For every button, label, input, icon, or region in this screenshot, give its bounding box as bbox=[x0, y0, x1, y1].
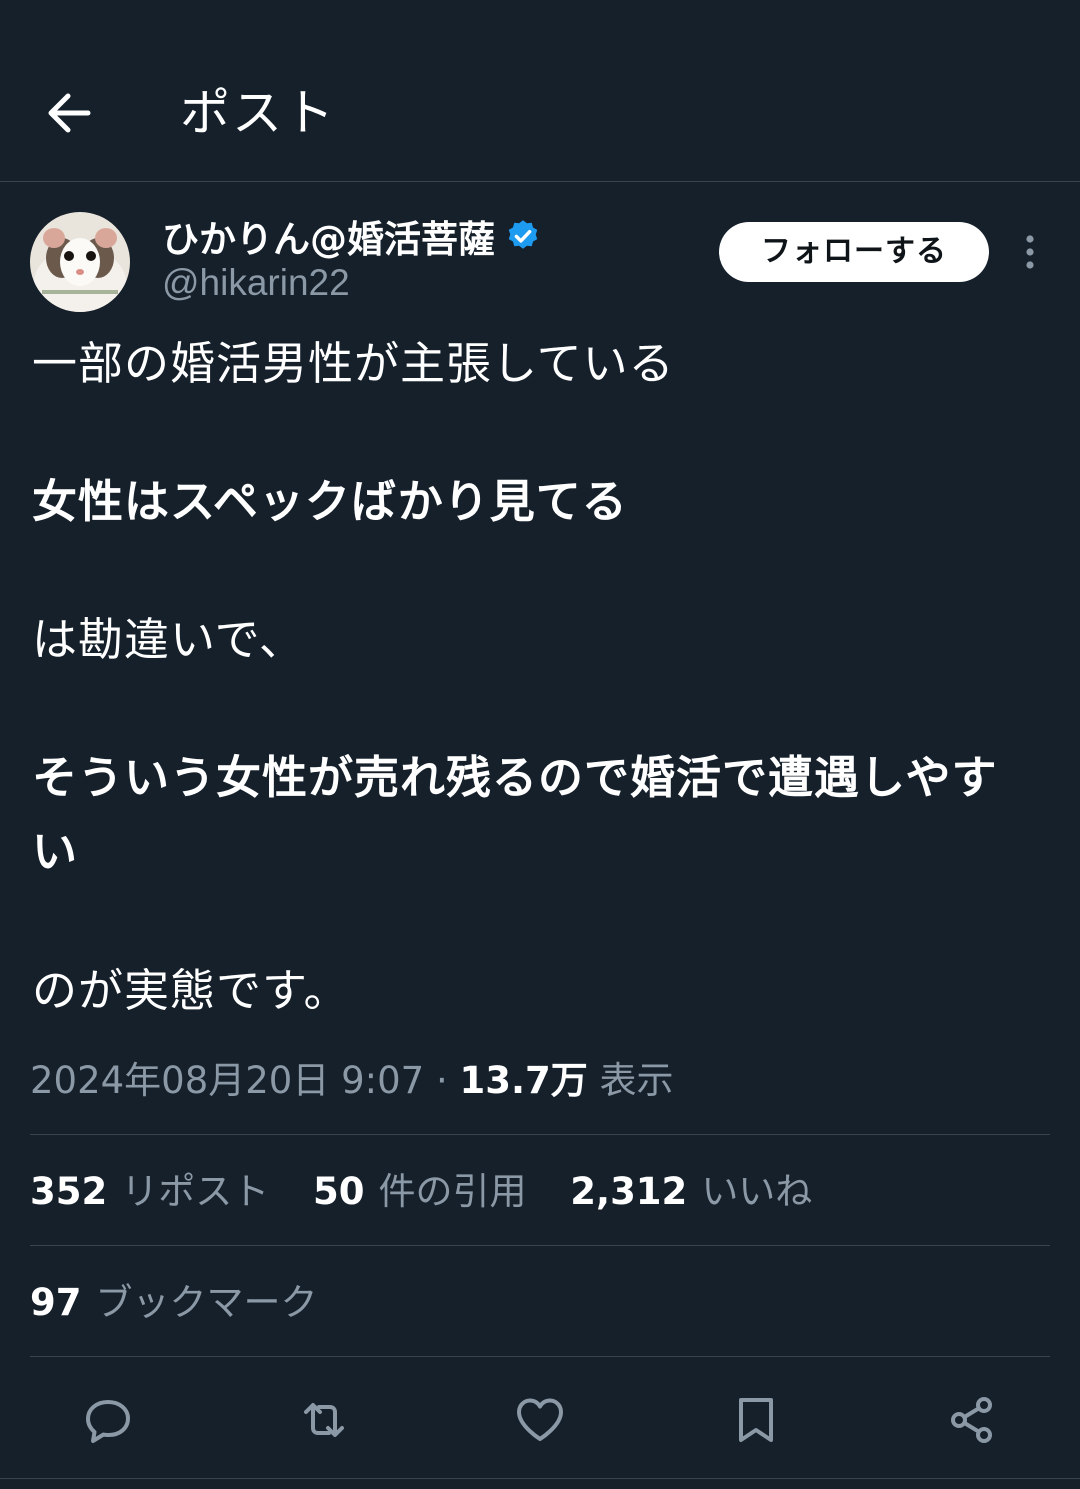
engagement-stats: 352 リポスト 50 件の引用 2,312 いいね bbox=[30, 1166, 844, 1218]
views-count: 13.7万 bbox=[459, 1059, 588, 1102]
action-bar-divider bbox=[0, 1478, 1080, 1479]
quotes-stat[interactable]: 50 件の引用 bbox=[313, 1170, 527, 1213]
tweet-text-line: そういう女性が売れ残るので婚活で遭遇しやす bbox=[32, 751, 998, 804]
avatar[interactable] bbox=[30, 212, 130, 312]
follow-button[interactable]: フォローする bbox=[719, 222, 989, 282]
share-button[interactable] bbox=[944, 1392, 1000, 1448]
reply-icon bbox=[86, 1400, 130, 1443]
reposts-stat[interactable]: 352 リポスト bbox=[30, 1170, 269, 1213]
more-vertical-icon bbox=[1026, 235, 1034, 269]
likes-count: 2,312 bbox=[570, 1170, 688, 1213]
meta-divider bbox=[30, 1134, 1050, 1135]
hamster-avatar-image bbox=[30, 212, 130, 312]
bookmark-button[interactable] bbox=[728, 1392, 784, 1448]
bookmarks-divider bbox=[30, 1356, 1050, 1357]
tweet-text-line: 女性はスペックばかり見てる bbox=[32, 475, 628, 528]
arrow-left-icon bbox=[48, 93, 91, 133]
quotes-count: 50 bbox=[313, 1170, 365, 1213]
heart-icon bbox=[517, 1398, 563, 1441]
repost-icon bbox=[304, 1403, 344, 1437]
reply-button[interactable] bbox=[80, 1392, 136, 1448]
meta-separator: · bbox=[435, 1059, 448, 1102]
tweet-text-line: 一部の婚活男性が主張している bbox=[32, 337, 675, 390]
header-divider bbox=[0, 181, 1080, 182]
tweet-action-bar bbox=[0, 1380, 1080, 1460]
reposts-count: 352 bbox=[30, 1170, 108, 1213]
stats-divider bbox=[30, 1245, 1050, 1246]
bookmarks-stat[interactable]: 97 ブックマーク bbox=[30, 1281, 318, 1324]
user-handle[interactable]: @hikarin22 bbox=[162, 262, 350, 304]
tweet-timestamp[interactable]: 2024年08月20日 9:07 bbox=[30, 1059, 424, 1102]
likes-label: いいね bbox=[701, 1170, 813, 1213]
verified-badge-icon bbox=[508, 220, 538, 249]
top-app-bar: ポスト bbox=[0, 50, 1080, 180]
tweet-text-line: のが実態です。 bbox=[32, 964, 350, 1017]
views-label: 表示 bbox=[599, 1059, 674, 1102]
bookmarks-label: ブックマーク bbox=[95, 1281, 318, 1324]
share-icon bbox=[951, 1397, 992, 1443]
quotes-label: 件の引用 bbox=[378, 1170, 527, 1213]
status-bar bbox=[0, 0, 1080, 12]
like-button[interactable] bbox=[512, 1392, 568, 1448]
bookmarks-stat-row: 97 ブックマーク bbox=[30, 1277, 350, 1329]
more-options-button[interactable] bbox=[1014, 232, 1046, 272]
bookmark-icon bbox=[739, 1398, 773, 1442]
back-button[interactable] bbox=[30, 74, 110, 154]
likes-stat[interactable]: 2,312 いいね bbox=[570, 1170, 812, 1213]
display-name-row[interactable]: ひかりん@婚活菩薩 bbox=[162, 208, 541, 264]
repost-button[interactable] bbox=[296, 1392, 352, 1448]
tweet-meta: 2024年08月20日 9:07 · 13.7万 表示 bbox=[30, 1055, 674, 1107]
tweet-text-line: は勘違いで、 bbox=[32, 613, 305, 666]
reposts-label: リポスト bbox=[121, 1170, 270, 1213]
bookmarks-count: 97 bbox=[30, 1281, 82, 1324]
tweet-text-line: い bbox=[32, 825, 79, 878]
display-name[interactable]: ひかりん@婚活菩薩 bbox=[162, 209, 495, 263]
page-title: ポスト bbox=[180, 84, 336, 142]
